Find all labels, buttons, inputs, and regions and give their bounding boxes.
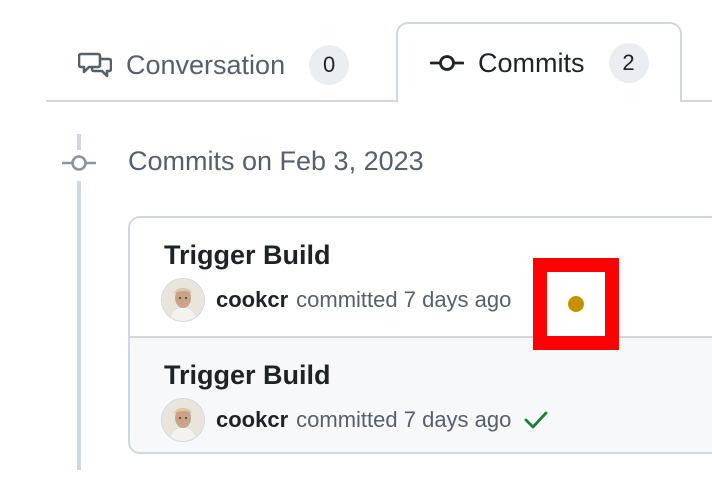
commit-author-link[interactable]: cookcr xyxy=(216,407,288,433)
avatar[interactable] xyxy=(162,279,204,321)
status-highlight-box xyxy=(533,258,619,350)
tab-commits[interactable]: Commits 2 xyxy=(396,22,682,104)
commit-meta: cookcr committed 7 days ago xyxy=(162,278,511,322)
commit-row: Trigger Build cookcr committed 7 days ag… xyxy=(130,218,712,336)
avatar[interactable] xyxy=(162,399,204,441)
commit-author-link[interactable]: cookcr xyxy=(216,287,288,313)
tab-commits-counter: 2 xyxy=(608,43,649,83)
tab-conversation-label: Conversation xyxy=(126,49,286,80)
commit-meta: cookcr committed 7 days ago xyxy=(162,398,549,442)
commit-title-link[interactable]: Trigger Build xyxy=(164,360,331,391)
git-commit-icon xyxy=(430,53,464,73)
commit-timestamp: committed 7 days ago xyxy=(296,407,512,432)
commit-title-link[interactable]: Trigger Build xyxy=(164,240,331,271)
git-commit-icon xyxy=(61,150,97,181)
commit-timestamp: committed 7 days ago xyxy=(296,287,512,312)
commit-list: Trigger Build cookcr committed 7 days ag… xyxy=(128,216,712,454)
commits-date-header: Commits on Feb 3, 2023 xyxy=(128,146,424,176)
tab-conversation-counter: 0 xyxy=(309,45,350,85)
commit-row: Trigger Build cookcr committed 7 days ag… xyxy=(130,336,712,452)
pull-request-commits-view: Conversation 0 Commits 2 Commits on Feb … xyxy=(0,0,712,490)
comment-discussion-icon xyxy=(78,50,112,80)
tab-commits-label: Commits xyxy=(478,47,585,78)
pending-status-icon[interactable] xyxy=(568,296,584,312)
check-icon[interactable] xyxy=(523,410,549,430)
timeline-line xyxy=(77,134,81,470)
tab-conversation[interactable]: Conversation 0 xyxy=(78,44,350,86)
